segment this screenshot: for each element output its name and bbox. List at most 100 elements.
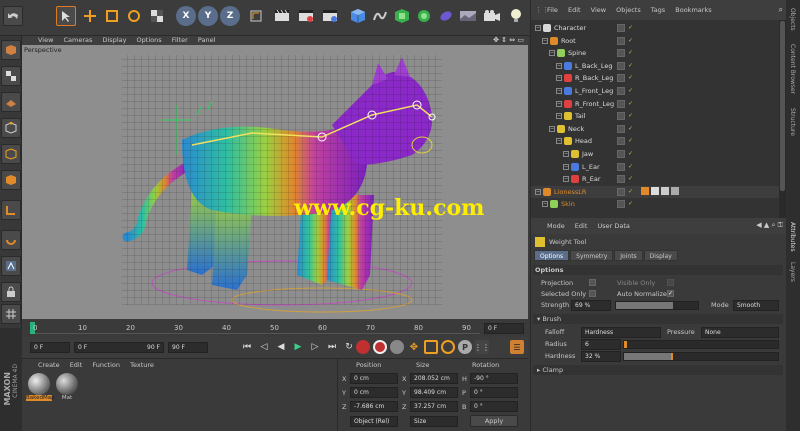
falloff-select[interactable]: Hardness	[581, 327, 661, 338]
grid-icon[interactable]	[1, 304, 21, 324]
scene-icon[interactable]	[458, 6, 478, 26]
material-swatch[interactable]: Mat	[54, 373, 80, 405]
selected-only-checkbox[interactable]	[589, 290, 596, 297]
visibility-toggle[interactable]	[617, 137, 625, 146]
radius-slider[interactable]	[623, 340, 779, 349]
end-frame-field[interactable]: 90 F	[168, 342, 208, 353]
visibility-toggle[interactable]	[617, 36, 625, 45]
am-nav-icons[interactable]: ◀ ▲ ⌕ ⚿	[756, 221, 783, 230]
object-row[interactable]: − L_Ear ✓	[531, 161, 779, 173]
auto-normalize-checkbox[interactable]: ✓	[667, 290, 674, 297]
enable-toggle[interactable]: ✓	[628, 87, 634, 95]
axis-y-button[interactable]: Y	[198, 6, 218, 26]
visibility-toggle[interactable]	[617, 150, 625, 158]
om-menu-objects[interactable]: Objects	[616, 6, 641, 14]
render-view-icon[interactable]	[296, 6, 316, 26]
expand-toggle-icon[interactable]: −	[556, 138, 562, 145]
expand-toggle-icon[interactable]: −	[542, 37, 548, 44]
object-row[interactable]: − R_Front_Leg ✓	[531, 98, 779, 110]
axis-x-button[interactable]: X	[176, 6, 196, 26]
object-row[interactable]: − Character ✓	[531, 22, 779, 34]
material-swatch[interactable]: BakedMap	[26, 373, 55, 405]
viewport-menu-display[interactable]: Display	[103, 36, 127, 44]
texture-mode-icon[interactable]	[1, 66, 21, 86]
cube-icon[interactable]	[348, 6, 368, 26]
pressure-select[interactable]: None	[701, 327, 779, 338]
enable-toggle[interactable]: ✓	[628, 137, 634, 145]
expand-toggle-icon[interactable]: −	[563, 163, 569, 170]
enable-toggle[interactable]: ✓	[628, 112, 634, 120]
rotate-icon[interactable]	[124, 6, 144, 26]
size-x-field[interactable]: 208.052 cm	[410, 373, 458, 384]
visibility-toggle[interactable]	[617, 49, 625, 58]
enable-toggle[interactable]: ✓	[628, 175, 634, 183]
hardness-field[interactable]: 32 %	[581, 351, 621, 362]
rot-h-field[interactable]: -90 °	[470, 373, 518, 384]
side-tab-structure[interactable]: Structure	[789, 108, 796, 136]
timeline-menu-icon[interactable]: ☰	[510, 340, 524, 354]
visibility-toggle[interactable]	[617, 162, 625, 171]
viewport-menu-cameras[interactable]: Cameras	[64, 36, 93, 44]
expand-toggle-icon[interactable]: −	[556, 75, 562, 82]
size-y-field[interactable]: 98.409 cm	[410, 387, 458, 398]
object-row[interactable]: − R_Ear ✓	[531, 173, 779, 185]
expand-toggle-icon[interactable]: −	[563, 151, 569, 157]
pos-z-field[interactable]: -7.686 cm	[350, 401, 398, 412]
go-start-icon[interactable]: ⏮	[240, 340, 254, 354]
viewport[interactable]: Perspective www.cg-ku.com	[22, 45, 528, 319]
strength-field[interactable]: 69 %	[571, 300, 611, 311]
expand-toggle-icon[interactable]: −	[535, 188, 541, 195]
key-rotate-icon[interactable]	[441, 340, 455, 354]
om-menu-bookmarks[interactable]: Bookmarks	[675, 6, 711, 14]
enable-toggle[interactable]: ✓	[628, 188, 634, 196]
viewport-menu-view[interactable]: View	[38, 36, 53, 44]
visibility-toggle[interactable]	[617, 112, 625, 121]
visibility-toggle[interactable]	[617, 200, 625, 209]
section-brush-header[interactable]: ▾ Brush	[533, 314, 783, 324]
size-mode-select[interactable]: Size	[410, 416, 458, 427]
light-icon[interactable]	[506, 6, 526, 26]
deformer-icon[interactable]	[436, 6, 456, 26]
enable-toggle[interactable]: ✓	[628, 49, 634, 57]
tab-display[interactable]: Display	[643, 250, 678, 261]
auto-key-icon[interactable]	[373, 340, 387, 354]
object-row[interactable]: − LionessLR ✓	[531, 185, 779, 198]
tab-symmetry[interactable]: Symmetry	[570, 250, 614, 261]
array-icon[interactable]	[414, 6, 434, 26]
am-menu-edit[interactable]: Edit	[575, 222, 588, 230]
side-tab-attributes[interactable]: Attributes	[789, 222, 796, 252]
pos-y-field[interactable]: 0 cm	[350, 387, 398, 398]
coordinate-system-icon[interactable]	[246, 6, 266, 26]
checker-icon[interactable]	[147, 6, 167, 26]
nurbs-icon[interactable]	[392, 6, 412, 26]
visibility-toggle[interactable]	[617, 175, 625, 184]
visibility-toggle[interactable]	[617, 24, 625, 32]
side-tab-layers[interactable]: Layers	[789, 262, 796, 282]
play-icon[interactable]: ▶	[291, 340, 305, 354]
weight-paint-icon[interactable]	[1, 256, 21, 276]
projection-checkbox[interactable]	[589, 279, 596, 286]
radius-field[interactable]: 6	[581, 339, 621, 350]
material-menu-function[interactable]: Function	[92, 361, 120, 369]
coord-mode-select[interactable]: Object (Rel)	[350, 416, 398, 427]
visibility-toggle[interactable]	[617, 99, 625, 108]
polygons-mode-icon[interactable]	[1, 170, 21, 190]
rot-b-field[interactable]: 0 °	[470, 401, 518, 412]
record-icon[interactable]	[356, 340, 370, 354]
section-clamp-header[interactable]: ▸ Clamp	[533, 365, 783, 375]
strength-slider[interactable]	[615, 301, 699, 310]
edges-mode-icon[interactable]	[1, 144, 21, 164]
viewport-menu-filter[interactable]: Filter	[172, 36, 188, 44]
enable-toggle[interactable]: ✓	[628, 150, 634, 158]
visibility-toggle[interactable]	[617, 74, 625, 83]
character-model[interactable]	[22, 45, 528, 319]
render-settings-icon[interactable]	[320, 6, 340, 26]
object-row[interactable]: − Spine ✓	[531, 47, 779, 59]
pos-x-field[interactable]: 0 cm	[350, 373, 398, 384]
visibility-toggle[interactable]	[617, 187, 625, 196]
enable-toggle[interactable]: ✓	[628, 200, 634, 208]
enable-toggle[interactable]: ✓	[628, 37, 634, 45]
select-icon[interactable]	[56, 6, 76, 26]
expand-toggle-icon[interactable]: −	[535, 25, 541, 31]
key-selection-icon[interactable]	[390, 340, 404, 354]
